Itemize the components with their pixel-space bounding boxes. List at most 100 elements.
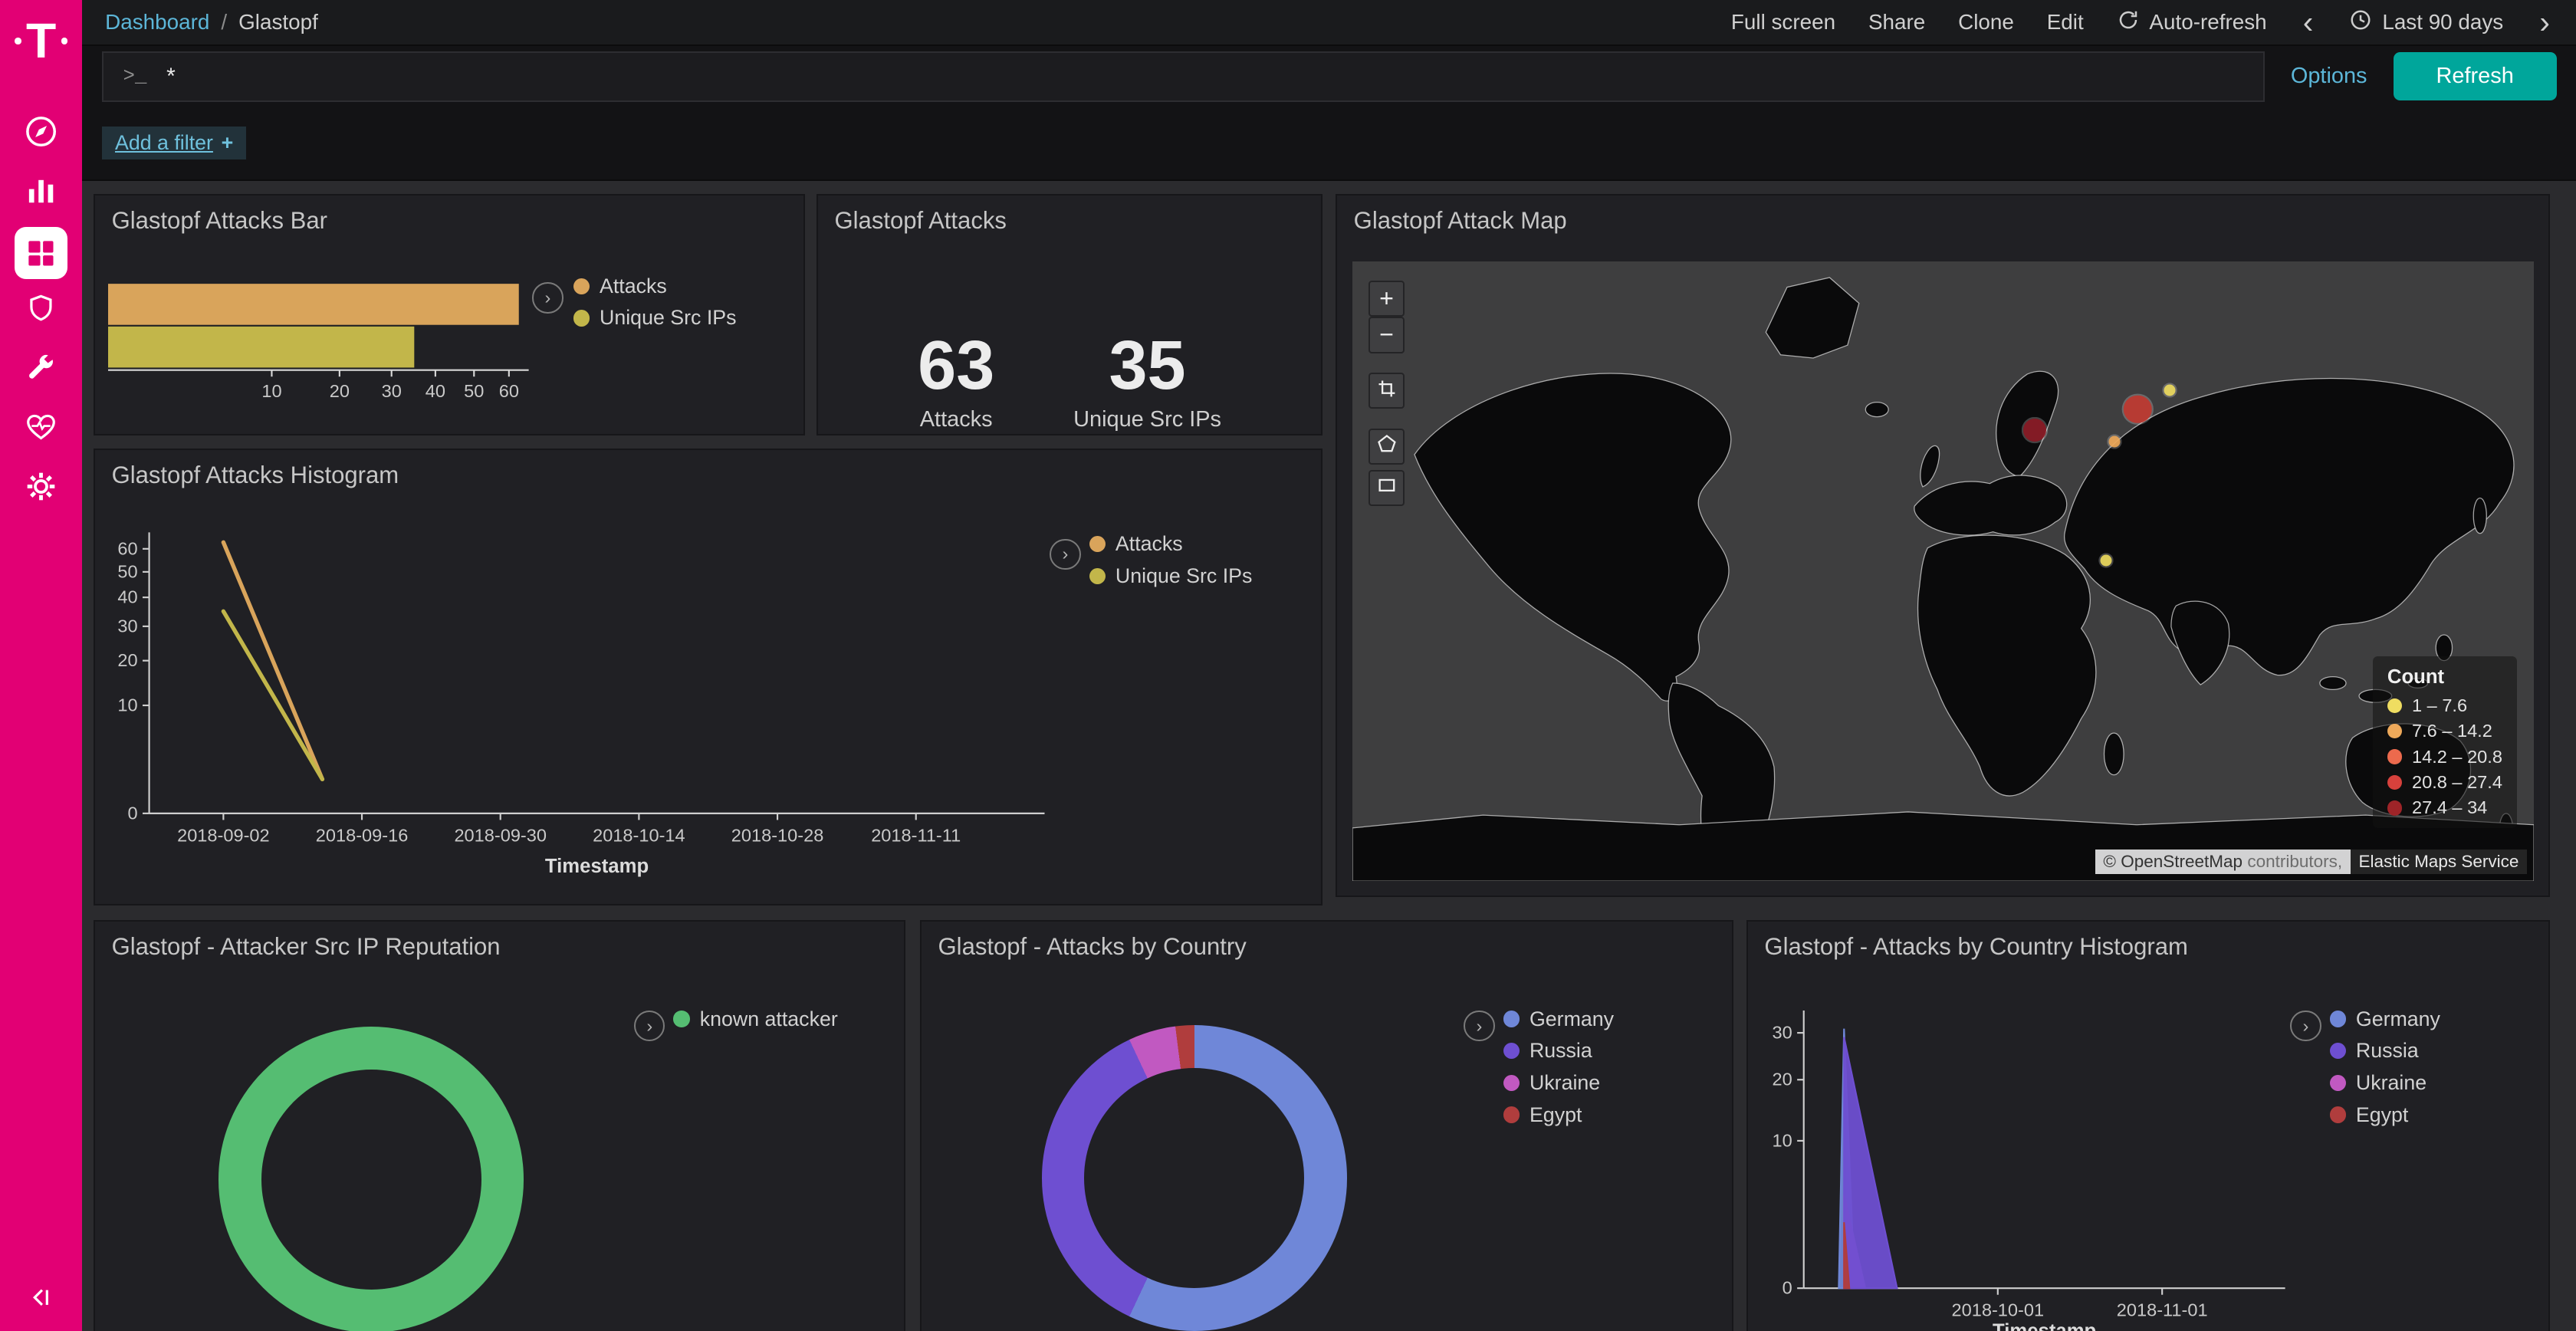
panel-src-ip-reputation: Glastopf - Attacker Src IP Reputation › …	[94, 920, 905, 1331]
svg-text:40: 40	[426, 381, 445, 401]
legend-item[interactable]: Ukraine	[2330, 1071, 2440, 1095]
zoom-in-button[interactable]: +	[1368, 281, 1405, 317]
bucket-swatch	[2387, 698, 2402, 713]
time-forward-button[interactable]: ›	[2536, 7, 2553, 38]
svg-text:60: 60	[118, 538, 138, 558]
attack-location-dot[interactable]	[2164, 384, 2175, 396]
country-histogram-svg[interactable]: 01020302018-10-012018-11-01Timestamp	[1761, 988, 2312, 1331]
panel-title: Glastopf - Attacker Src IP Reputation	[95, 922, 904, 972]
sidebar-collapse-button[interactable]	[0, 1278, 82, 1324]
query-value: *	[166, 64, 176, 90]
zoom-out-button[interactable]: −	[1368, 317, 1405, 353]
draw-polygon-button[interactable]	[1368, 429, 1405, 465]
edit-button[interactable]: Edit	[2047, 10, 2084, 35]
legend-label: Germany	[2356, 1007, 2440, 1031]
country-legend: Germany Russia Ukraine Egypt	[1503, 1007, 1614, 1127]
map-points	[1352, 261, 2534, 881]
legend-toggle-button[interactable]: ›	[634, 1011, 665, 1041]
collapse-arrow-icon	[26, 1283, 56, 1319]
metric-value: 35	[1073, 331, 1221, 400]
legend-item[interactable]: Attacks	[1089, 532, 1253, 556]
svg-text:0: 0	[128, 803, 138, 823]
svg-text:2018-09-30: 2018-09-30	[455, 825, 547, 845]
attack-location-dot[interactable]	[2108, 435, 2120, 447]
options-link[interactable]: Options	[2291, 64, 2367, 89]
legend-toggle-button[interactable]: ›	[532, 282, 563, 313]
refresh-button[interactable]: Refresh	[2394, 52, 2557, 100]
reputation-donut-chart[interactable]	[219, 1027, 524, 1331]
legend-item[interactable]: known attacker	[673, 1007, 837, 1031]
auto-refresh-button[interactable]: Auto-refresh	[2117, 8, 2267, 37]
legend-item[interactable]: Unique Src IPs	[1089, 564, 1253, 588]
legend-swatch	[2330, 1011, 2346, 1027]
attack-location-dot[interactable]	[2023, 419, 2046, 442]
legend-item[interactable]: Germany	[2330, 1007, 2440, 1031]
attack-location-dot[interactable]	[2124, 396, 2151, 423]
add-filter-button[interactable]: Add a filter +	[102, 127, 247, 160]
world-map[interactable]: + − Count 1 – 7.67.6 – 14.214.2 – 20.820…	[1352, 261, 2534, 881]
breadcrumb-dashboard-link[interactable]: Dashboard	[105, 10, 209, 35]
legend-item[interactable]: Ukraine	[1503, 1071, 1614, 1095]
svg-text:20: 20	[118, 650, 138, 670]
time-back-button[interactable]: ‹	[2300, 7, 2317, 38]
attacks-histogram-svg[interactable]: 01020304050602018-09-022018-09-162018-09…	[108, 516, 1070, 902]
attacks-bar-svg[interactable]: 102030405060	[108, 271, 584, 427]
share-button[interactable]: Share	[1868, 10, 1925, 35]
map-legend-bucket: 20.8 – 27.4	[2387, 772, 2502, 793]
panel-title: Glastopf Attacks	[818, 196, 1321, 246]
shield-icon	[25, 292, 58, 332]
bucket-swatch	[2387, 800, 2402, 815]
sidebar-item-visualize[interactable]	[0, 164, 82, 223]
legend-swatch	[1503, 1011, 1520, 1027]
country-donut-chart[interactable]	[1042, 1025, 1348, 1331]
legend-swatch	[1503, 1106, 1520, 1122]
sidebar-item-discover[interactable]	[0, 105, 82, 164]
fit-bounds-button[interactable]	[1368, 373, 1405, 409]
metric-label: Unique Src IPs	[1073, 407, 1221, 432]
crop-icon	[1376, 376, 1398, 405]
attack-location-dot[interactable]	[2100, 554, 2111, 566]
legend-item[interactable]: Egypt	[1503, 1103, 1614, 1127]
sidebar-item-security[interactable]	[0, 283, 82, 342]
query-prompt-icon: >_	[123, 65, 147, 87]
ems-attribution[interactable]: Elastic Maps Service	[2351, 850, 2527, 874]
sidebar-item-dev-tools[interactable]	[0, 342, 82, 401]
sidebar-item-monitoring[interactable]	[0, 401, 82, 460]
telekom-logo[interactable]: T	[0, 10, 82, 72]
legend-toggle-button[interactable]: ›	[1050, 539, 1080, 570]
legend-item[interactable]: Egypt	[2330, 1103, 2440, 1127]
map-legend-title: Count	[2387, 666, 2502, 689]
clone-button[interactable]: Clone	[1958, 10, 2014, 35]
legend-toggle-button[interactable]: ›	[2290, 1011, 2321, 1041]
legend-label: Attacks	[1116, 532, 1183, 556]
metric-group: 63 Attacks 35 Unique Src IPs	[818, 331, 1321, 432]
breadcrumb-separator: /	[221, 10, 227, 35]
legend-item[interactable]: Attacks	[573, 274, 737, 298]
panel-title: Glastopf Attack Map	[1337, 196, 2548, 246]
reputation-legend: known attacker	[673, 1007, 837, 1031]
logo-dot-right	[61, 38, 68, 44]
sidebar-item-dashboard-active[interactable]	[0, 223, 82, 282]
legend-item[interactable]: Germany	[1503, 1007, 1614, 1031]
rectangle-icon	[1376, 474, 1398, 502]
draw-rectangle-button[interactable]	[1368, 470, 1405, 506]
sidebar-item-management[interactable]	[0, 460, 82, 519]
legend-item[interactable]: Russia	[2330, 1039, 2440, 1063]
bucket-range-label: 20.8 – 27.4	[2412, 772, 2502, 793]
time-picker-button[interactable]: Last 90 days	[2349, 8, 2503, 37]
search-query-input[interactable]: >_ *	[102, 51, 2265, 102]
legend-label: Russia	[1530, 1039, 1592, 1063]
legend-toggle-button[interactable]: ›	[1464, 1011, 1494, 1041]
svg-text:2018-10-01: 2018-10-01	[1952, 1300, 2045, 1319]
map-count-rows: 1 – 7.67.6 – 14.214.2 – 20.820.8 – 27.42…	[2387, 695, 2502, 819]
gear-icon	[24, 469, 58, 511]
svg-text:2018-10-28: 2018-10-28	[731, 825, 824, 845]
top-nav-actions: Full screen Share Clone Edit Auto-refres…	[1731, 7, 2553, 38]
legend-label: Ukraine	[1530, 1071, 1600, 1095]
osm-attribution[interactable]: © OpenStreetMap contributors,	[2095, 850, 2351, 874]
svg-text:50: 50	[464, 381, 484, 401]
full-screen-button[interactable]: Full screen	[1731, 10, 1835, 35]
legend-item[interactable]: Russia	[1503, 1039, 1614, 1063]
legend-item[interactable]: Unique Src IPs	[573, 306, 737, 330]
svg-text:2018-11-01: 2018-11-01	[2117, 1300, 2208, 1319]
